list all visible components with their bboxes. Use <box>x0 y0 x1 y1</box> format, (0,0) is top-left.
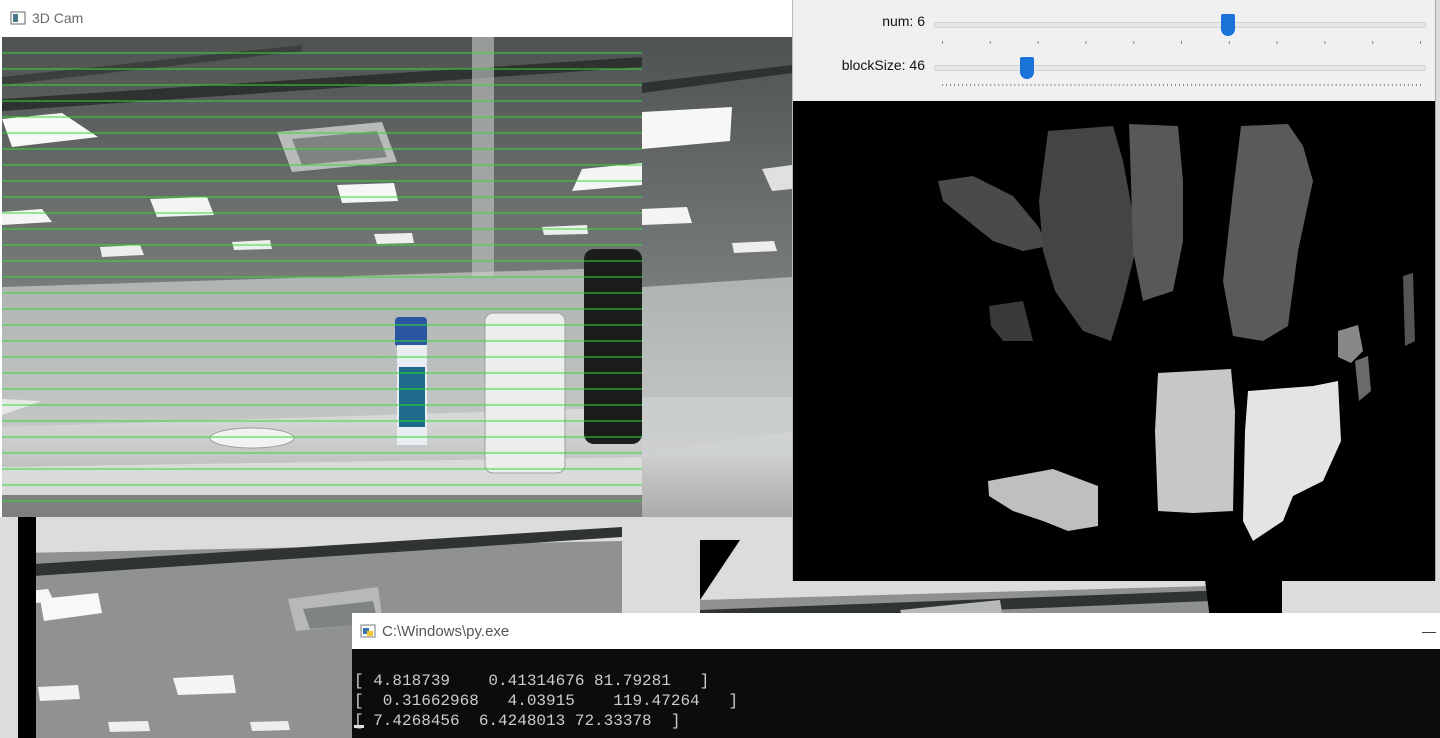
console-title: C:\Windows\py.exe <box>382 622 510 640</box>
console-cursor <box>354 725 364 728</box>
num-trackbar-track[interactable] <box>934 22 1426 28</box>
console-line: [ 4.818739 0.41314676 81.79281 ] <box>354 672 710 690</box>
3d-cam-window[interactable]: 3D Cam <box>0 0 792 517</box>
console-output: [ 4.818739 0.41314676 81.79281 ] [ 0.3166… <box>354 651 738 731</box>
cam-window-title: 3D Cam <box>32 10 84 26</box>
disparity-window[interactable]: num: 6 blockSize: 46 <box>792 0 1436 581</box>
blocksize-trackbar-track[interactable] <box>934 65 1426 71</box>
blocksize-trackbar-ticks <box>942 84 1421 86</box>
blocksize-trackbar-thumb[interactable] <box>1020 57 1035 79</box>
stereo-camera-image <box>2 37 792 517</box>
python-launcher-icon <box>360 624 376 638</box>
num-trackbar-label: num: 6 <box>882 13 925 29</box>
cam-title-bar[interactable]: 3D Cam <box>0 0 792 36</box>
blocksize-trackbar-label: blockSize: 46 <box>841 57 925 73</box>
num-trackbar-ticks <box>942 41 1421 44</box>
console-title-bar[interactable]: C:\Windows\py.exe — <box>352 613 1440 649</box>
console-line: [ 7.4268456 6.4248013 72.33378 ] <box>354 712 681 730</box>
trackbar-panel: num: 6 blockSize: 46 <box>793 0 1435 102</box>
disparity-map-image <box>793 101 1435 581</box>
minimize-icon[interactable]: — <box>1422 623 1436 639</box>
console-line: [ 0.31662968 4.03915 119.47264 ] <box>354 692 739 710</box>
window-app-icon <box>10 11 26 25</box>
num-trackbar-thumb[interactable] <box>1221 14 1235 36</box>
console-window[interactable]: C:\Windows\py.exe — [ 4.818739 0.4131467… <box>352 613 1440 738</box>
stereo-scene-drawing <box>2 37 792 517</box>
